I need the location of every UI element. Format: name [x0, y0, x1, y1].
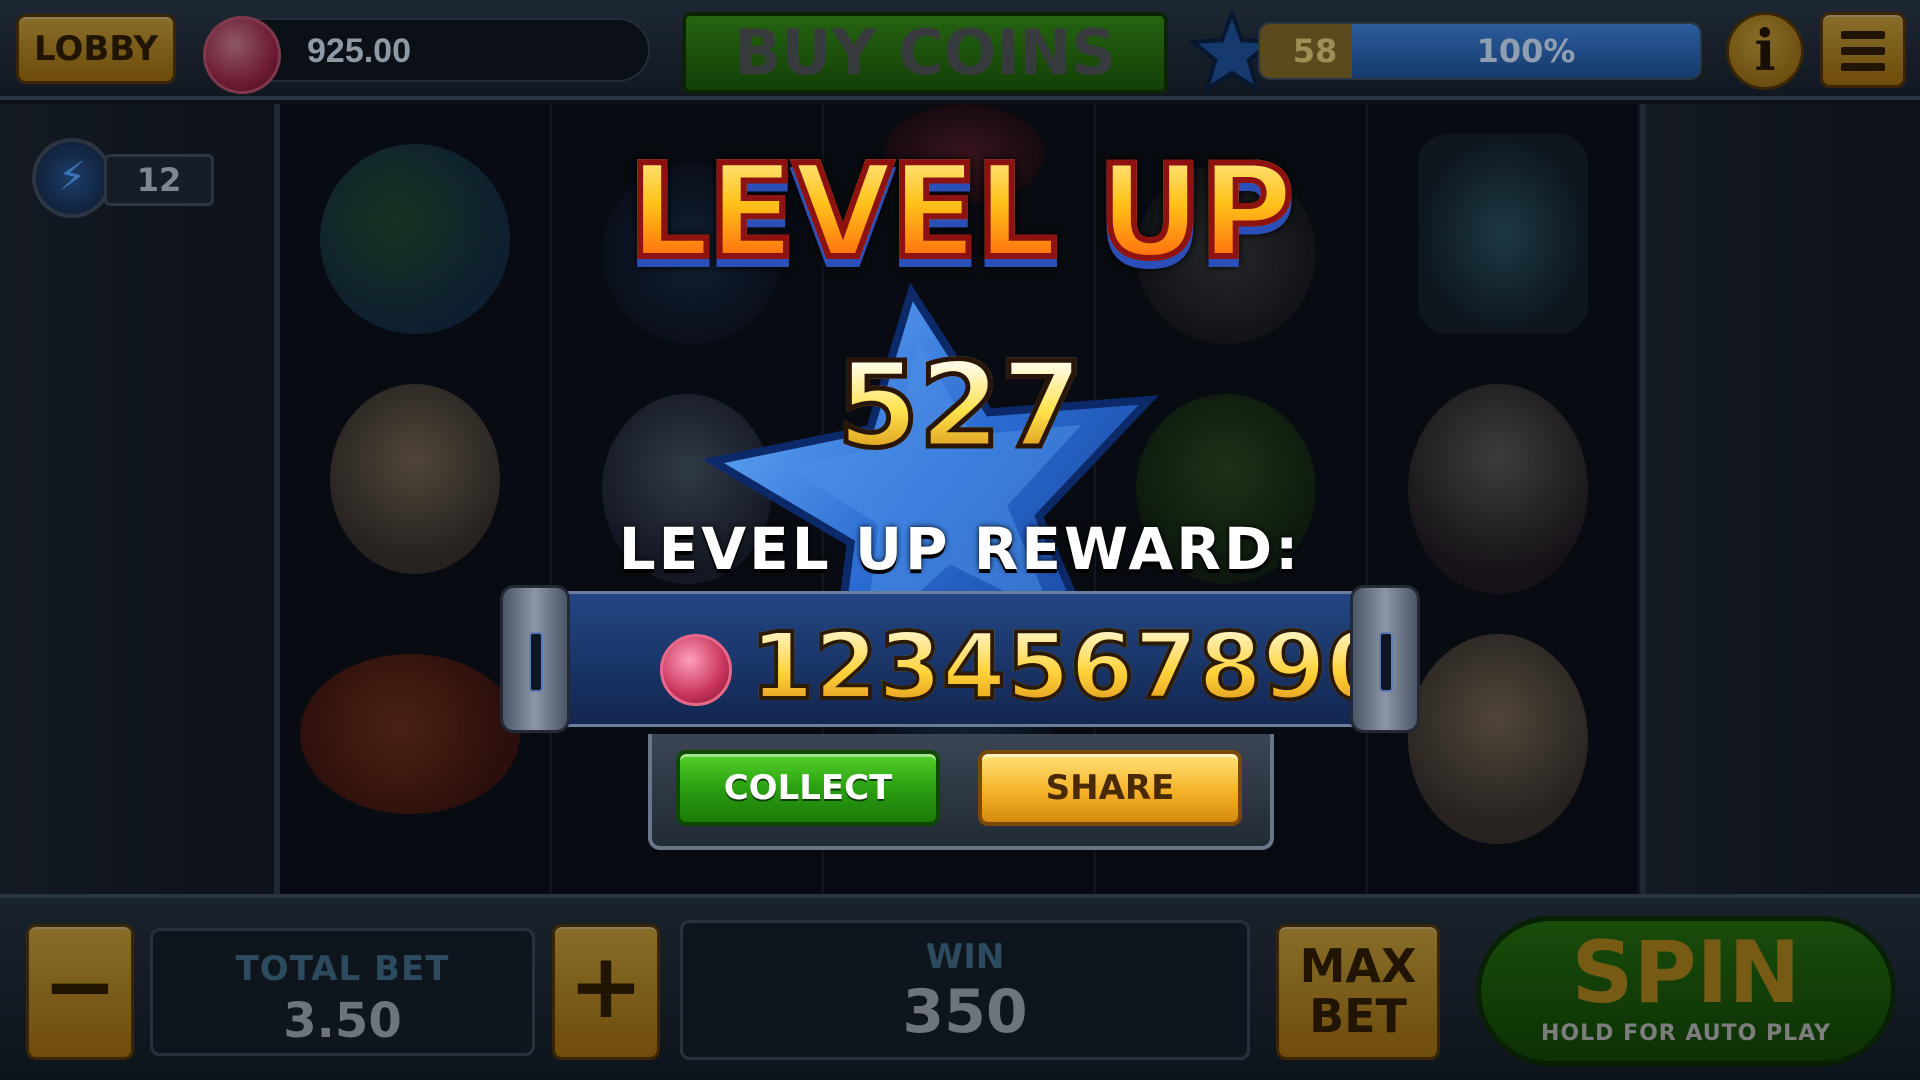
collect-button[interactable]: COLLECT: [676, 750, 940, 826]
right-side-panel: [1640, 104, 1920, 894]
info-button[interactable]: i: [1726, 12, 1804, 90]
balance-display: 925.00: [203, 16, 650, 94]
lobby-button[interactable]: LOBBY: [16, 14, 176, 84]
menu-icon-line: [1841, 63, 1885, 71]
xp-percent: 100%: [1476, 32, 1576, 70]
dialog-button-tray: COLLECT SHARE: [648, 734, 1274, 850]
xp-progress-bar: 58 100%: [1258, 22, 1702, 80]
balance-value: 925.00: [307, 32, 411, 70]
coin-icon: [203, 16, 281, 94]
reward-amount: 1234567890: [748, 611, 1392, 722]
share-button[interactable]: SHARE: [978, 750, 1242, 826]
coin-icon: [660, 634, 732, 706]
total-bet-value: 3.50: [283, 993, 402, 1049]
reward-label: LEVEL UP REWARD:: [618, 515, 1302, 583]
bolt-counter: ⚡ 12: [32, 138, 222, 218]
menu-icon-line: [1841, 31, 1885, 39]
win-panel: WIN 350: [680, 920, 1250, 1060]
cap-light-icon: [1379, 632, 1393, 692]
win-label: WIN: [925, 937, 1005, 977]
new-level-number: 527: [780, 338, 1140, 473]
reward-panel-right-cap: [1350, 585, 1420, 733]
player-level: 58: [1260, 24, 1352, 78]
left-side-panel: ⚡ 12: [0, 104, 280, 894]
top-bar: LOBBY 925.00 BUY COINS 58 100% i: [0, 0, 1920, 100]
reward-panel: 1234567890: [500, 585, 1420, 733]
reward-panel-body: 1234567890: [550, 591, 1392, 727]
increase-bet-button[interactable]: +: [552, 924, 660, 1060]
menu-icon-line: [1841, 47, 1885, 55]
spin-label: SPIN: [1571, 923, 1801, 1023]
cap-light-icon: [529, 632, 543, 692]
bolt-count: 12: [104, 154, 214, 206]
bottom-bar: − TOTAL BET 3.50 + WIN 350 MAX BET SPIN …: [0, 894, 1920, 1080]
decrease-bet-button[interactable]: −: [26, 924, 134, 1060]
total-bet-panel: TOTAL BET 3.50: [150, 928, 535, 1056]
bolt-icon: ⚡: [32, 138, 112, 218]
menu-button[interactable]: [1820, 12, 1906, 88]
reward-panel-left-cap: [500, 585, 570, 733]
win-value: 350: [902, 977, 1028, 1047]
spin-sublabel: HOLD FOR AUTO PLAY: [1541, 1021, 1831, 1046]
level-up-title: LEVEL UP: [620, 118, 1300, 308]
buy-coins-button[interactable]: BUY COINS: [682, 12, 1168, 94]
spin-button[interactable]: SPIN HOLD FOR AUTO PLAY: [1476, 916, 1896, 1066]
total-bet-label: TOTAL BET: [235, 949, 450, 989]
max-bet-button[interactable]: MAX BET: [1276, 924, 1440, 1060]
